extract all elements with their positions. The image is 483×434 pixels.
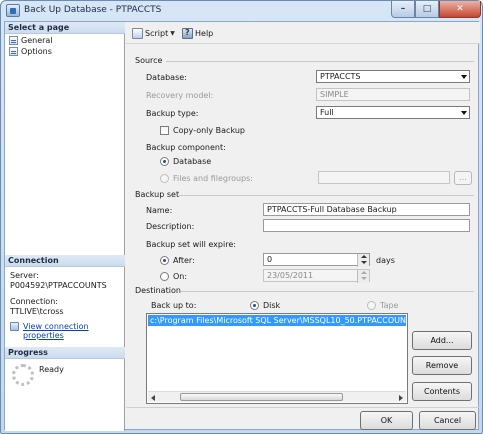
- expire-on-radio[interactable]: [160, 272, 169, 281]
- scroll-right-icon[interactable]: [399, 395, 403, 401]
- recovery-model-label: Recovery model:: [146, 91, 214, 100]
- progress-spinner-icon: [12, 364, 34, 386]
- server-value: P004592\PTPACCOUNTS: [10, 281, 107, 290]
- contents-button[interactable]: Contents: [412, 382, 472, 401]
- component-database-label: Database: [173, 157, 212, 166]
- recovery-model-field: SIMPLE: [316, 88, 470, 101]
- expire-after-label: After:: [173, 256, 195, 265]
- expire-on-label: On:: [173, 272, 188, 281]
- expire-after-days-value: 0: [267, 255, 273, 264]
- minimize-button[interactable]: –: [391, 1, 415, 18]
- database-combo-value: PTPACCTS: [320, 72, 361, 81]
- backup-type-combo-value: Full: [320, 108, 334, 117]
- backup-name-input[interactable]: PTPACCTS-Full Database Backup: [263, 203, 470, 216]
- server-label: Server:: [10, 271, 39, 280]
- backup-name-value: PTPACCTS-Full Database Backup: [267, 205, 397, 214]
- component-database-radio[interactable]: [160, 157, 169, 166]
- connection-properties-icon: [10, 322, 19, 331]
- destination-hscrollbar[interactable]: [148, 391, 406, 402]
- close-icon: ✕: [456, 4, 464, 14]
- general-page-icon: [9, 36, 18, 45]
- backup-to-tape-label: Tape: [380, 301, 399, 310]
- backup-type-combo[interactable]: Full: [316, 106, 470, 119]
- remove-button[interactable]: Remove: [412, 356, 472, 375]
- description-input[interactable]: [263, 219, 470, 232]
- connection-header: Connection: [5, 255, 125, 267]
- destination-list[interactable]: c:\Program Files\Microsoft SQL Server\MS…: [146, 313, 408, 404]
- backup-component-label: Backup component:: [146, 143, 226, 152]
- options-page-icon: [9, 47, 18, 56]
- cancel-button[interactable]: Cancel: [419, 411, 476, 430]
- maximize-icon: □: [422, 4, 432, 14]
- destination-path-row[interactable]: c:\Program Files\Microsoft SQL Server\MS…: [148, 315, 406, 326]
- connection-label: Connection:: [10, 297, 58, 306]
- component-files-label: Files and filegroups:: [173, 174, 253, 183]
- title-bar[interactable]: Back Up Database - PTPACCTS – □ ✕: [1, 1, 482, 21]
- backup-to-disk-radio[interactable]: [250, 301, 259, 310]
- left-pane: Select a page General Options Connection…: [5, 22, 125, 431]
- days-label: days: [376, 256, 395, 265]
- expire-label: Backup set will expire:: [146, 240, 236, 249]
- backup-dialog-window: Back Up Database - PTPACCTS – □ ✕ Select…: [0, 0, 483, 434]
- description-label: Description:: [146, 222, 195, 231]
- maximize-button[interactable]: □: [415, 1, 439, 18]
- database-combo[interactable]: PTPACCTS: [316, 70, 470, 83]
- script-icon: [132, 27, 143, 39]
- expire-on-date-value: 23/05/2011: [267, 271, 314, 280]
- ok-button[interactable]: OK: [360, 411, 413, 430]
- files-browse-button[interactable]: ...: [454, 171, 472, 185]
- view-connection-properties-link[interactable]: View connection properties: [23, 322, 124, 340]
- backup-to-disk-label: Disk: [263, 301, 281, 310]
- calendar-dropdown-icon: [357, 270, 369, 283]
- source-divider: [166, 61, 474, 62]
- toolbar: Script ▼ Help: [126, 22, 480, 44]
- progress-status: Ready: [39, 365, 64, 374]
- database-label: Database:: [146, 73, 187, 82]
- copy-only-label: Copy-only Backup: [173, 126, 245, 135]
- database-backup-icon: [6, 4, 20, 17]
- script-label: Script: [145, 28, 169, 38]
- help-button[interactable]: Help: [182, 27, 213, 39]
- component-files-radio[interactable]: [160, 174, 169, 183]
- page-item-general[interactable]: General: [9, 35, 53, 46]
- select-page-header: Select a page: [5, 22, 125, 34]
- copy-only-checkbox[interactable]: [160, 126, 169, 135]
- add-button[interactable]: Add...: [412, 331, 472, 350]
- chevron-down-icon: [461, 111, 467, 115]
- connection-value: TTLIVE\tcross: [10, 307, 64, 316]
- source-group-label: Source: [135, 56, 163, 65]
- backup-set-divider: [179, 195, 474, 196]
- help-label: Help: [195, 28, 214, 38]
- destination-divider: [181, 291, 474, 292]
- page-item-options[interactable]: Options: [9, 46, 52, 57]
- backup-name-label: Name:: [146, 206, 173, 215]
- days-spinner[interactable]: [357, 254, 369, 267]
- window-title: Back Up Database - PTPACCTS: [24, 5, 162, 15]
- back-up-to-label: Back up to:: [151, 301, 197, 310]
- expire-after-radio[interactable]: [160, 256, 169, 265]
- backup-to-tape-radio[interactable]: [367, 301, 376, 310]
- close-button[interactable]: ✕: [439, 1, 481, 18]
- general-page: Source Database: PTPACCTS Recovery model…: [126, 45, 480, 407]
- destination-group-label: Destination: [135, 286, 181, 295]
- backup-set-group-label: Backup set: [135, 190, 180, 199]
- progress-header: Progress: [5, 347, 125, 359]
- chevron-down-icon: [461, 75, 467, 79]
- scrollbar-thumb[interactable]: [180, 393, 343, 401]
- page-item-options-label: Options: [21, 47, 52, 56]
- help-icon: [182, 27, 193, 39]
- recovery-model-value: SIMPLE: [320, 90, 349, 99]
- expire-after-days-input[interactable]: 0: [263, 253, 370, 267]
- files-filegroups-field: [318, 171, 450, 184]
- chevron-down-icon: ▼: [170, 29, 175, 37]
- page-item-general-label: General: [21, 36, 53, 45]
- scroll-left-icon[interactable]: [151, 395, 155, 401]
- script-button[interactable]: Script ▼: [132, 27, 175, 39]
- minimize-icon: –: [400, 4, 406, 14]
- backup-type-label: Backup type:: [146, 109, 199, 118]
- expire-on-date-picker[interactable]: 23/05/2011: [263, 269, 370, 283]
- dialog-client-area: Select a page General Options Connection…: [4, 21, 480, 431]
- dialog-footer: OK Cancel: [126, 407, 480, 431]
